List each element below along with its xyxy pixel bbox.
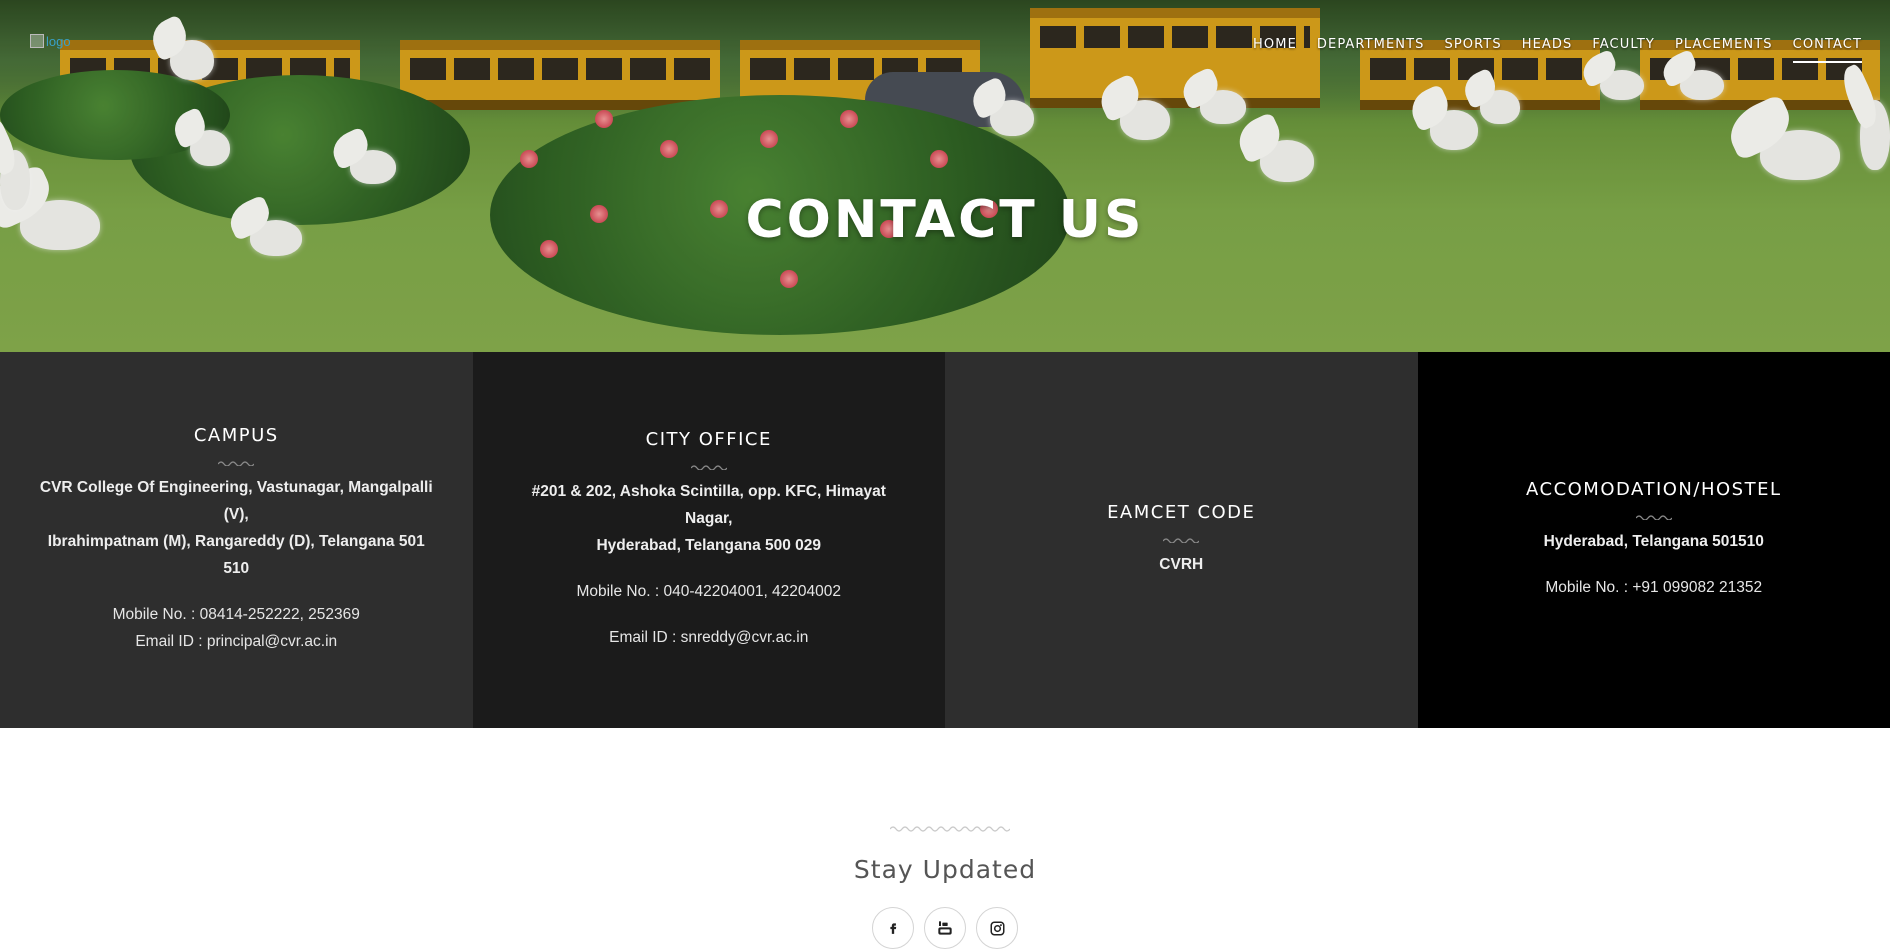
site-logo[interactable]: logo <box>30 34 71 49</box>
nav-home[interactable]: HOME <box>1243 37 1307 52</box>
campus-email[interactable]: Email ID : principal@cvr.ac.in <box>135 628 337 655</box>
social-links <box>0 907 1890 949</box>
campus-mobile: Mobile No. : 08414-252222, 252369 <box>113 601 360 628</box>
city-office-panel: CITY OFFICE #201 & 202, Ashoka Scintilla… <box>473 352 946 728</box>
instagram-icon <box>990 921 1005 936</box>
campus-address-line2: Ibrahimpatnam (M), Rangareddy (D), Telan… <box>36 528 437 582</box>
wave-divider-icon <box>691 464 727 470</box>
eamcet-panel: EAMCET CODE CVRH <box>945 352 1418 728</box>
nav-placements[interactable]: PLACEMENTS <box>1665 37 1783 52</box>
city-office-title: CITY OFFICE <box>646 429 772 450</box>
city-office-address-line1: #201 & 202, Ashoka Scintilla, opp. KFC, … <box>509 478 910 532</box>
page-title: CONTACT US <box>0 190 1890 250</box>
city-office-email[interactable]: Email ID : snreddy@cvr.ac.in <box>609 624 808 651</box>
city-office-address-line2: Hyderabad, Telangana 500 029 <box>596 532 821 559</box>
contact-panels: CAMPUS CVR College Of Engineering, Vastu… <box>0 352 1890 728</box>
hero-overlay <box>0 0 1890 352</box>
nav-departments[interactable]: DEPARTMENTS <box>1307 37 1435 52</box>
eamcet-title: EAMCET CODE <box>1107 502 1255 523</box>
wave-divider-icon <box>890 824 1010 832</box>
nav-heads[interactable]: HEADS <box>1512 37 1583 52</box>
hostel-mobile: Mobile No. : +91 099082 21352 <box>1545 574 1762 601</box>
facebook-icon <box>886 921 900 935</box>
hero-banner: logo HOME DEPARTMENTS SPORTS HEADS FACUL… <box>0 0 1890 352</box>
youtube-button[interactable] <box>924 907 966 949</box>
hostel-panel: ACCOMODATION/HOSTEL Hyderabad, Telangana… <box>1418 352 1890 728</box>
stay-updated-title: Stay Updated <box>0 855 1890 884</box>
hostel-title: ACCOMODATION/HOSTEL <box>1526 479 1782 500</box>
campus-title: CAMPUS <box>194 425 279 446</box>
youtube-icon <box>937 920 953 936</box>
instagram-button[interactable] <box>976 907 1018 949</box>
wave-divider-icon <box>218 460 254 466</box>
nav-sports[interactable]: SPORTS <box>1435 37 1512 52</box>
wave-divider-icon <box>1636 514 1672 520</box>
facebook-button[interactable] <box>872 907 914 949</box>
logo-alt-text: logo <box>46 34 71 49</box>
stay-updated-section: Stay Updated <box>0 728 1890 946</box>
hostel-address: Hyderabad, Telangana 501510 <box>1544 528 1764 555</box>
wave-divider-icon <box>1163 537 1199 543</box>
campus-address-line1: CVR College Of Engineering, Vastunagar, … <box>36 474 437 528</box>
city-office-mobile: Mobile No. : 040-42204001, 42204002 <box>576 578 841 605</box>
nav-contact[interactable]: CONTACT <box>1783 37 1872 52</box>
eamcet-code: CVRH <box>1159 551 1203 578</box>
broken-image-icon <box>30 34 44 48</box>
main-nav: HOME DEPARTMENTS SPORTS HEADS FACULTY PL… <box>1243 37 1872 52</box>
campus-panel: CAMPUS CVR College Of Engineering, Vastu… <box>0 352 473 728</box>
nav-faculty[interactable]: FACULTY <box>1582 37 1665 52</box>
